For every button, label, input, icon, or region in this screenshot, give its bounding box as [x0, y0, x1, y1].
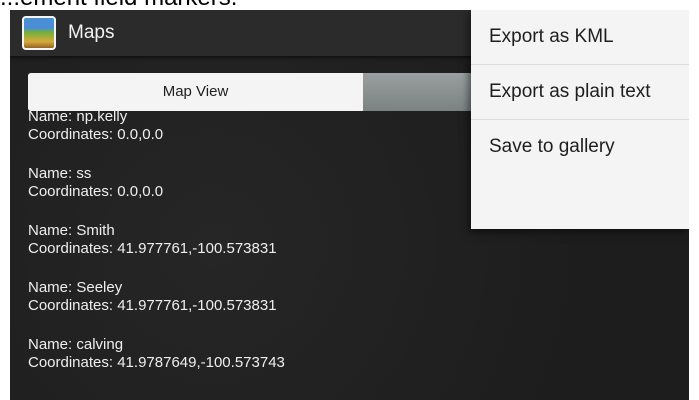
menu-item-export-kml[interactable]: Export as KML	[471, 10, 689, 65]
caption-text: ...ement field markers.	[0, 0, 699, 10]
point-coordinates: Coordinates: 41.9787649,-100.573743	[28, 354, 285, 371]
tab-map-view[interactable]: Map View	[28, 73, 363, 111]
point-name: Name: np.kelly	[28, 108, 128, 125]
point-list: Name: np.kelly Coordinates: 0.0,0.0 Name…	[28, 108, 528, 393]
app-title: Maps	[68, 22, 115, 43]
app-landscape-icon[interactable]	[22, 16, 56, 50]
point-name: Name: Smith	[28, 222, 115, 239]
point-name: Name: Seeley	[28, 279, 123, 296]
list-item[interactable]: Name: calving Coordinates: 41.9787649,-1…	[28, 336, 528, 393]
point-name: Name: ss	[28, 165, 92, 182]
point-name: Name: calving	[28, 336, 124, 353]
screenshot: ...ement field markers. Maps Map View Na…	[0, 0, 699, 400]
point-coordinates: Coordinates: 0.0,0.0	[28, 126, 164, 143]
list-item[interactable]: Name: ss Coordinates: 0.0,0.0	[28, 165, 528, 222]
menu-item-save-to-gallery[interactable]: Save to gallery	[471, 120, 689, 174]
point-coordinates: Coordinates: 41.977761,-100.573831	[28, 240, 277, 257]
app-screen: Maps Map View Name: np.kelly Coordinates…	[10, 10, 689, 400]
point-coordinates: Coordinates: 0.0,0.0	[28, 183, 164, 200]
point-coordinates: Coordinates: 41.977761,-100.573831	[28, 297, 277, 314]
overflow-menu: Export as KML Export as plain text Save …	[471, 10, 689, 229]
list-item[interactable]: Name: Smith Coordinates: 41.977761,-100.…	[28, 222, 528, 279]
list-item[interactable]: Name: np.kelly Coordinates: 0.0,0.0	[28, 108, 528, 165]
menu-item-export-plain-text[interactable]: Export as plain text	[471, 65, 689, 120]
list-item[interactable]: Name: Seeley Coordinates: 41.977761,-100…	[28, 279, 528, 336]
